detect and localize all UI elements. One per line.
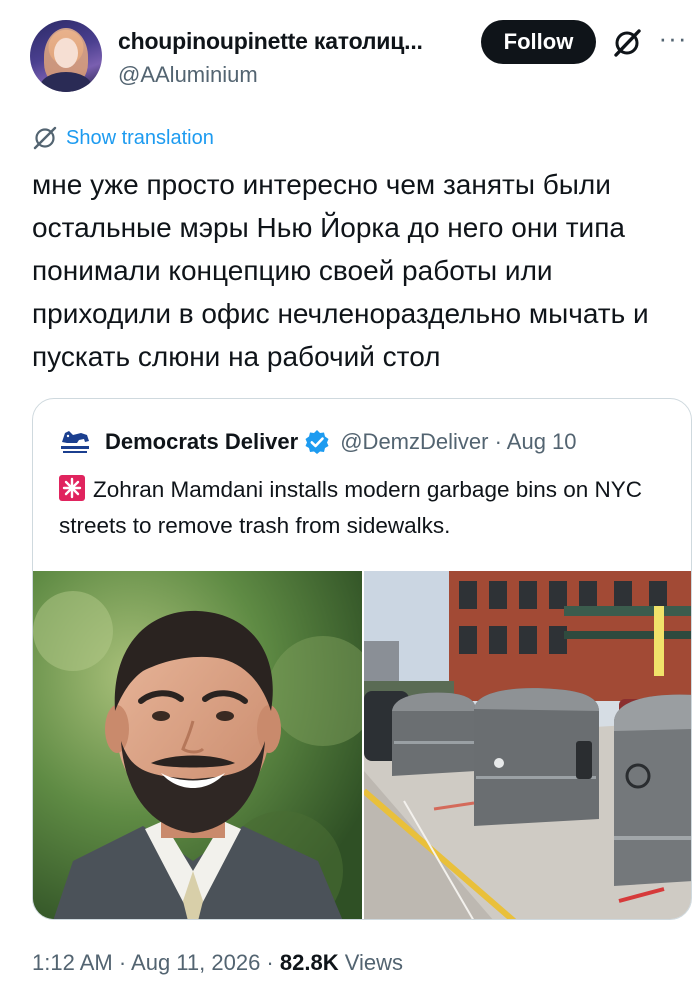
show-translation-label: Show translation [66,126,214,149]
quoted-tweet-text-block: Zohran Mamdani installs modern garbage b… [59,472,679,544]
views-label: Views [338,950,403,975]
quoted-tweet-header: Democrats Deliver @DemzDeliver · Aug 10 [59,427,577,457]
tweet-timestamp[interactable]: 1:12 AM · Aug 11, 2026 · [32,950,280,975]
quoted-author-name[interactable]: Democrats Deliver [105,429,298,455]
portrait-photo[interactable] [33,571,362,919]
tweet-header: choupinoupinette католиц... @AAluminium … [0,0,700,110]
verified-badge-icon [305,430,329,454]
tweet-meta: 1:12 AM · Aug 11, 2026 · 82.8K Views [32,950,403,976]
quoted-tweet-card[interactable]: Democrats Deliver @DemzDeliver · Aug 10 … [32,398,692,920]
democrats-deliver-logo [59,431,91,457]
author-handle[interactable]: @AAluminium [118,62,258,88]
views-count: 82.8K [279,950,339,975]
siren-icon [59,475,85,501]
quoted-tweet-text: Zohran Mamdani installs modern garbage b… [59,477,643,538]
quoted-handle-date[interactable]: @DemzDeliver · Aug 10 [340,429,576,455]
author-avatar[interactable] [30,20,102,92]
more-options-icon[interactable]: ··· [655,25,691,58]
follow-button[interactable]: Follow [481,20,596,64]
globe-icon [33,126,57,150]
tweet-text: мне уже просто интересно чем заняты были… [32,169,649,372]
show-translation-link[interactable]: Show translation [32,124,214,152]
grok-icon[interactable] [610,26,644,60]
author-display-name[interactable]: choupinoupinette католиц... [118,28,423,55]
street-bins-photo[interactable] [364,571,691,919]
